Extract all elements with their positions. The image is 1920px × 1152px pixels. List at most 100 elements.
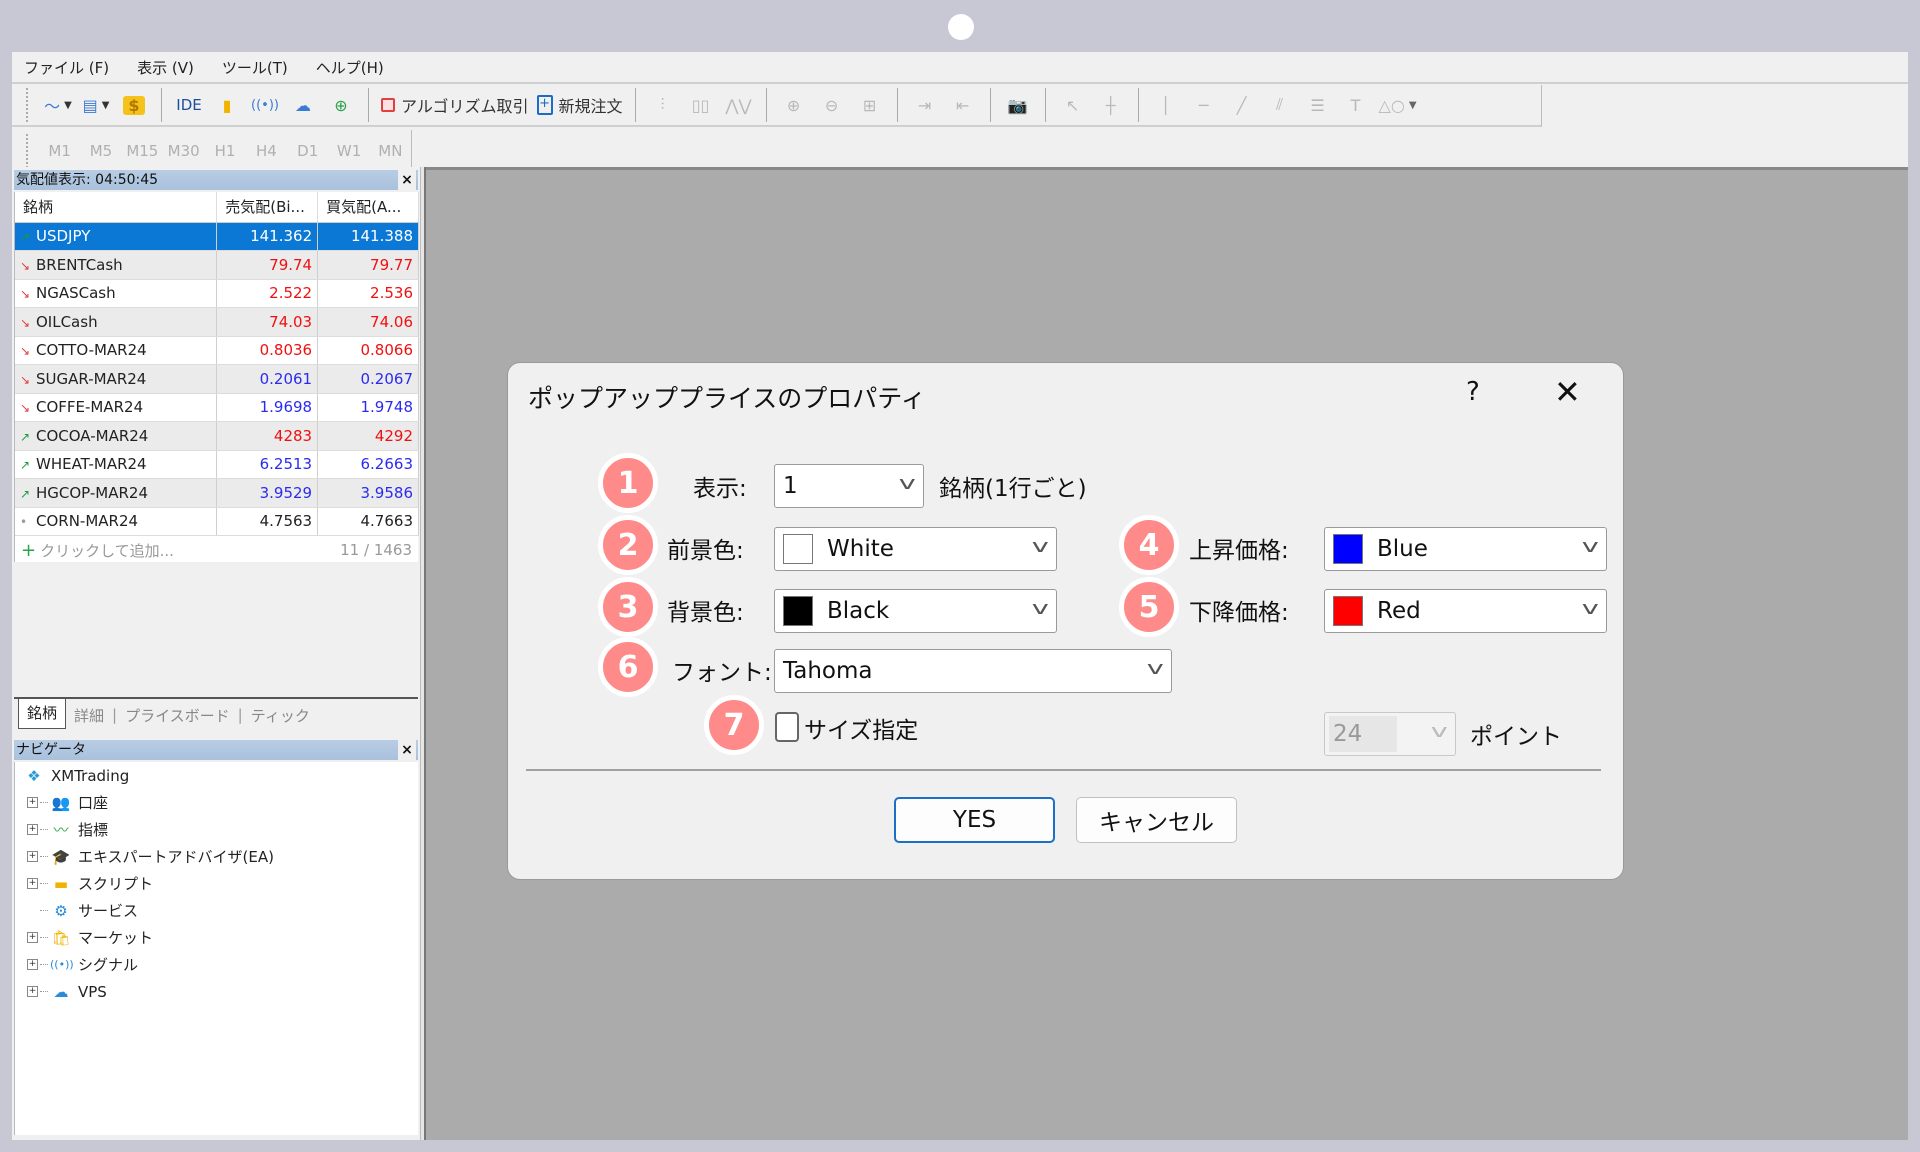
- candlestick-icon[interactable]: ▯▯: [682, 88, 720, 122]
- expand-icon[interactable]: +: [27, 959, 38, 970]
- chart-shift-icon[interactable]: ⇤: [944, 88, 982, 122]
- tab-price-board[interactable]: プライスボード: [117, 705, 238, 726]
- toolbar-grip[interactable]: [26, 134, 29, 168]
- market-watch-close-icon[interactable]: ×: [398, 170, 416, 190]
- horizontal-line-icon[interactable]: ─: [1185, 88, 1223, 122]
- shapes-icon[interactable]: △○ ▼: [1375, 88, 1421, 122]
- quote-row[interactable]: ↗ HGCOP-MAR24 3.9529 3.9586: [15, 478, 419, 508]
- timeframe-m15[interactable]: M15: [122, 142, 163, 160]
- cursor-icon[interactable]: ↖: [1054, 88, 1092, 122]
- timeframe-mn[interactable]: MN: [370, 142, 411, 160]
- tab-ticks[interactable]: ティック: [243, 705, 318, 726]
- navigator-item-label: エキスパートアドバイザ(EA): [78, 848, 274, 866]
- timeframe-h4[interactable]: H4: [246, 142, 287, 160]
- algo-trading-icon: [381, 98, 395, 112]
- navigator-item[interactable]: + 🎓 エキスパートアドバイザ(EA): [15, 843, 418, 870]
- timeframe-d1[interactable]: D1: [287, 142, 328, 160]
- expand-icon[interactable]: +: [27, 986, 38, 997]
- market-bag-icon[interactable]: ▮: [208, 88, 246, 122]
- toolbar-grip[interactable]: [26, 88, 29, 122]
- help-button[interactable]: ?: [1466, 377, 1480, 407]
- close-button[interactable]: ✕: [1554, 373, 1581, 411]
- menu-help[interactable]: ヘルプ(H): [316, 57, 384, 78]
- column-header-ask[interactable]: 買気配(A...: [317, 192, 419, 223]
- expand-icon[interactable]: +: [27, 797, 38, 808]
- trendline-icon[interactable]: ╱: [1223, 88, 1261, 122]
- tile-windows-icon[interactable]: ⊞: [851, 88, 889, 122]
- quote-row[interactable]: ↘ COTTO-MAR24 0.8036 0.8066: [15, 336, 419, 365]
- bid-cell: 79.74: [216, 250, 319, 280]
- quote-row[interactable]: ↘ NGASCash 2.522 2.536: [15, 279, 419, 308]
- foreground-color-select[interactable]: White v: [774, 527, 1057, 571]
- column-header-symbol[interactable]: 銘柄: [15, 192, 218, 223]
- tab-symbols[interactable]: 銘柄: [18, 699, 67, 729]
- dollar-icon[interactable]: $: [115, 88, 153, 122]
- crosshair-icon[interactable]: ┼: [1092, 88, 1130, 122]
- timeframe-m5[interactable]: M5: [80, 142, 121, 160]
- channel-icon[interactable]: ⫽: [1261, 88, 1299, 122]
- font-size-select[interactable]: 24 v: [1324, 712, 1456, 756]
- quote-row[interactable]: ↘ OILCash 74.03 74.06: [15, 307, 419, 337]
- navigator-item[interactable]: ⚙ サービス: [15, 897, 418, 924]
- toolbar-separator: [161, 88, 162, 122]
- timeframe-w1[interactable]: W1: [328, 142, 369, 160]
- expand-icon[interactable]: +: [27, 932, 38, 943]
- signal-icon[interactable]: ((•)): [246, 88, 284, 122]
- navigator-item[interactable]: + ▬ スクリプト: [15, 870, 418, 897]
- rise-price-color-select[interactable]: Blue v: [1324, 527, 1607, 571]
- expand-icon[interactable]: +: [27, 824, 38, 835]
- menu-tools[interactable]: ツール(T): [222, 57, 288, 78]
- font-select[interactable]: Tahoma v: [774, 649, 1172, 693]
- zoom-out-icon[interactable]: ⊖: [813, 88, 851, 122]
- expand-icon[interactable]: +: [27, 878, 38, 889]
- algo-trading-label: アルゴリズム取引: [401, 97, 529, 116]
- navigator-item[interactable]: + 🛍 マーケット: [15, 924, 418, 951]
- fall-price-color-select[interactable]: Red v: [1324, 589, 1607, 633]
- line-chart-icon[interactable]: 〜 ▼: [39, 88, 77, 122]
- timeframe-h1[interactable]: H1: [204, 142, 245, 160]
- ide-button[interactable]: IDE: [170, 88, 208, 122]
- display-count-select[interactable]: 1 v: [774, 464, 924, 508]
- screenshot-icon[interactable]: 📷: [999, 88, 1037, 122]
- cancel-button[interactable]: キャンセル: [1076, 797, 1237, 843]
- navigator-item[interactable]: + 👥 口座: [15, 789, 418, 816]
- timeframe-m30[interactable]: M30: [163, 142, 204, 160]
- size-checkbox-label[interactable]: サイズ指定: [804, 711, 918, 745]
- menu-file[interactable]: ファイル (F): [24, 57, 109, 78]
- fibonacci-icon[interactable]: ☰: [1299, 88, 1337, 122]
- navigator-root[interactable]: ❖ XMTrading: [15, 762, 418, 789]
- navigator-close-icon[interactable]: ×: [398, 740, 416, 760]
- navigator-item[interactable]: + ((•)) シグナル: [15, 951, 418, 978]
- navigator-item[interactable]: + 〰指標: [15, 816, 418, 843]
- line-icon[interactable]: ⋀⋁: [720, 88, 758, 122]
- navigator-item[interactable]: + ☁ VPS: [15, 978, 418, 1005]
- text-icon[interactable]: T: [1337, 88, 1375, 122]
- zoom-in-icon[interactable]: ⊕: [775, 88, 813, 122]
- menu-view[interactable]: 表示 (V): [137, 57, 194, 78]
- quote-row[interactable]: ↘ SUGAR-MAR24 0.2061 0.2067: [15, 364, 419, 394]
- bar-chart-icon[interactable]: ⫶: [644, 88, 682, 122]
- algo-trading-button[interactable]: アルゴリズム取引: [377, 88, 533, 122]
- quote-row[interactable]: ↘ COFFE-MAR24 1.9698 1.9748: [15, 393, 419, 422]
- quote-row[interactable]: ↘ BRENTCash 79.74 79.77: [15, 250, 419, 280]
- quote-row[interactable]: ↗ COCOA-MAR24 4283 4292: [15, 421, 419, 451]
- add-symbol-row[interactable]: + クリックして追加... 11 / 1463: [15, 536, 418, 564]
- quote-row[interactable]: • CORN-MAR24 4.7563 4.7663: [15, 507, 419, 536]
- new-order-button[interactable]: + 新規注文: [533, 88, 627, 122]
- tab-details[interactable]: 詳細: [66, 705, 112, 726]
- quote-row[interactable]: ↗ USDJPY 141.362 141.388: [15, 222, 419, 251]
- toolbar-separator: [1044, 88, 1046, 122]
- size-checkbox[interactable]: [775, 712, 799, 742]
- chart-template-icon[interactable]: ▤ ▼: [77, 88, 115, 122]
- timeframe-m1[interactable]: M1: [39, 142, 80, 160]
- vps-cloud-icon[interactable]: ☁: [284, 88, 322, 122]
- auto-scroll-icon[interactable]: ⇥: [906, 88, 944, 122]
- symbol-cell: ↗ HGCOP-MAR24: [15, 478, 218, 508]
- yes-button[interactable]: YES: [894, 797, 1055, 843]
- expand-icon[interactable]: +: [27, 851, 38, 862]
- add-account-icon[interactable]: ⊕: [322, 88, 360, 122]
- vertical-line-icon[interactable]: │: [1147, 88, 1185, 122]
- quote-row[interactable]: ↗ WHEAT-MAR24 6.2513 6.2663: [15, 450, 419, 479]
- background-color-select[interactable]: Black v: [774, 589, 1057, 633]
- column-header-bid[interactable]: 売気配(Bi...: [216, 192, 319, 223]
